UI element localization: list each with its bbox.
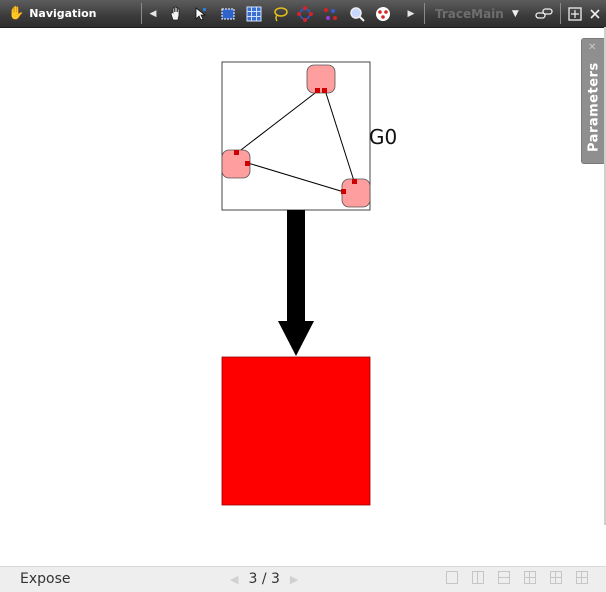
toolbar-separator — [560, 3, 561, 24]
layout-switcher — [446, 571, 588, 584]
grid-select-icon[interactable] — [244, 4, 264, 23]
scroll-right-icon[interactable]: ▶ — [406, 6, 416, 21]
graph-node-g0[interactable] — [221, 61, 371, 211]
hand-icon: ✋ — [8, 5, 25, 21]
statusbar: Expose ◀ 3 / 3 ▶ — [0, 566, 606, 592]
port-icon — [352, 179, 357, 184]
page-indicator: 3 / 3 — [248, 571, 280, 587]
parameters-tab-label: Parameters — [586, 62, 602, 152]
grid-view-icon[interactable] — [550, 571, 562, 584]
node-right[interactable] — [341, 178, 371, 208]
node-left[interactable] — [221, 149, 251, 179]
prev-page-icon[interactable]: ◀ — [230, 573, 238, 586]
parameters-tab[interactable]: ✕ Parameters — [581, 38, 606, 164]
port-icon — [245, 161, 250, 166]
next-page-icon[interactable]: ▶ — [290, 573, 298, 586]
toolbar-separator — [141, 3, 142, 24]
lasso-icon[interactable] — [270, 4, 290, 23]
quad-view-icon[interactable] — [524, 571, 536, 584]
close-icon[interactable] — [585, 4, 605, 23]
chevron-down-icon: ▼ — [511, 8, 519, 19]
toolbar-separator — [424, 3, 425, 24]
split-horizontal-icon[interactable] — [498, 571, 510, 584]
rect-select-icon[interactable] — [218, 4, 238, 23]
navigation-header[interactable]: ✋ Navigation — [8, 4, 96, 22]
port-icon — [315, 88, 320, 93]
node-graph-icon[interactable] — [295, 4, 315, 23]
navigation-title: Navigation — [29, 6, 97, 20]
trace-selector-label: TraceMain — [435, 6, 504, 21]
scroll-left-icon[interactable]: ◀ — [148, 6, 158, 21]
mosaic-view-icon[interactable] — [576, 571, 588, 584]
select-arrow-icon[interactable] — [191, 4, 211, 23]
graph-canvas[interactable]: G0 — [0, 28, 604, 565]
arrow-connector — [278, 210, 314, 356]
pager: ◀ 3 / 3 ▶ — [230, 570, 298, 588]
graph-view[interactable]: G0 — [0, 28, 604, 565]
scatter-icon[interactable] — [320, 4, 340, 23]
close-icon[interactable]: ✕ — [588, 42, 596, 53]
single-view-icon[interactable] — [446, 571, 458, 584]
graph-label: G0 — [369, 125, 397, 149]
port-icon — [341, 189, 346, 194]
trace-selector[interactable]: TraceMain ▼ — [431, 4, 531, 23]
zoom-select-icon[interactable] — [347, 4, 367, 23]
color-nodes-icon[interactable] — [373, 4, 393, 23]
toolbar: ✋ Navigation ◀ ▶ TraceMain ▼ — [0, 0, 606, 28]
mode-label: Expose — [20, 571, 71, 587]
pan-tool-icon[interactable] — [166, 4, 186, 23]
port-icon — [322, 88, 327, 93]
node-top[interactable] — [306, 64, 336, 94]
fit-view-icon[interactable] — [565, 4, 585, 23]
port-icon — [234, 150, 239, 155]
link-icon[interactable] — [534, 4, 554, 23]
split-vertical-icon[interactable] — [472, 571, 484, 584]
target-node[interactable] — [221, 356, 371, 506]
